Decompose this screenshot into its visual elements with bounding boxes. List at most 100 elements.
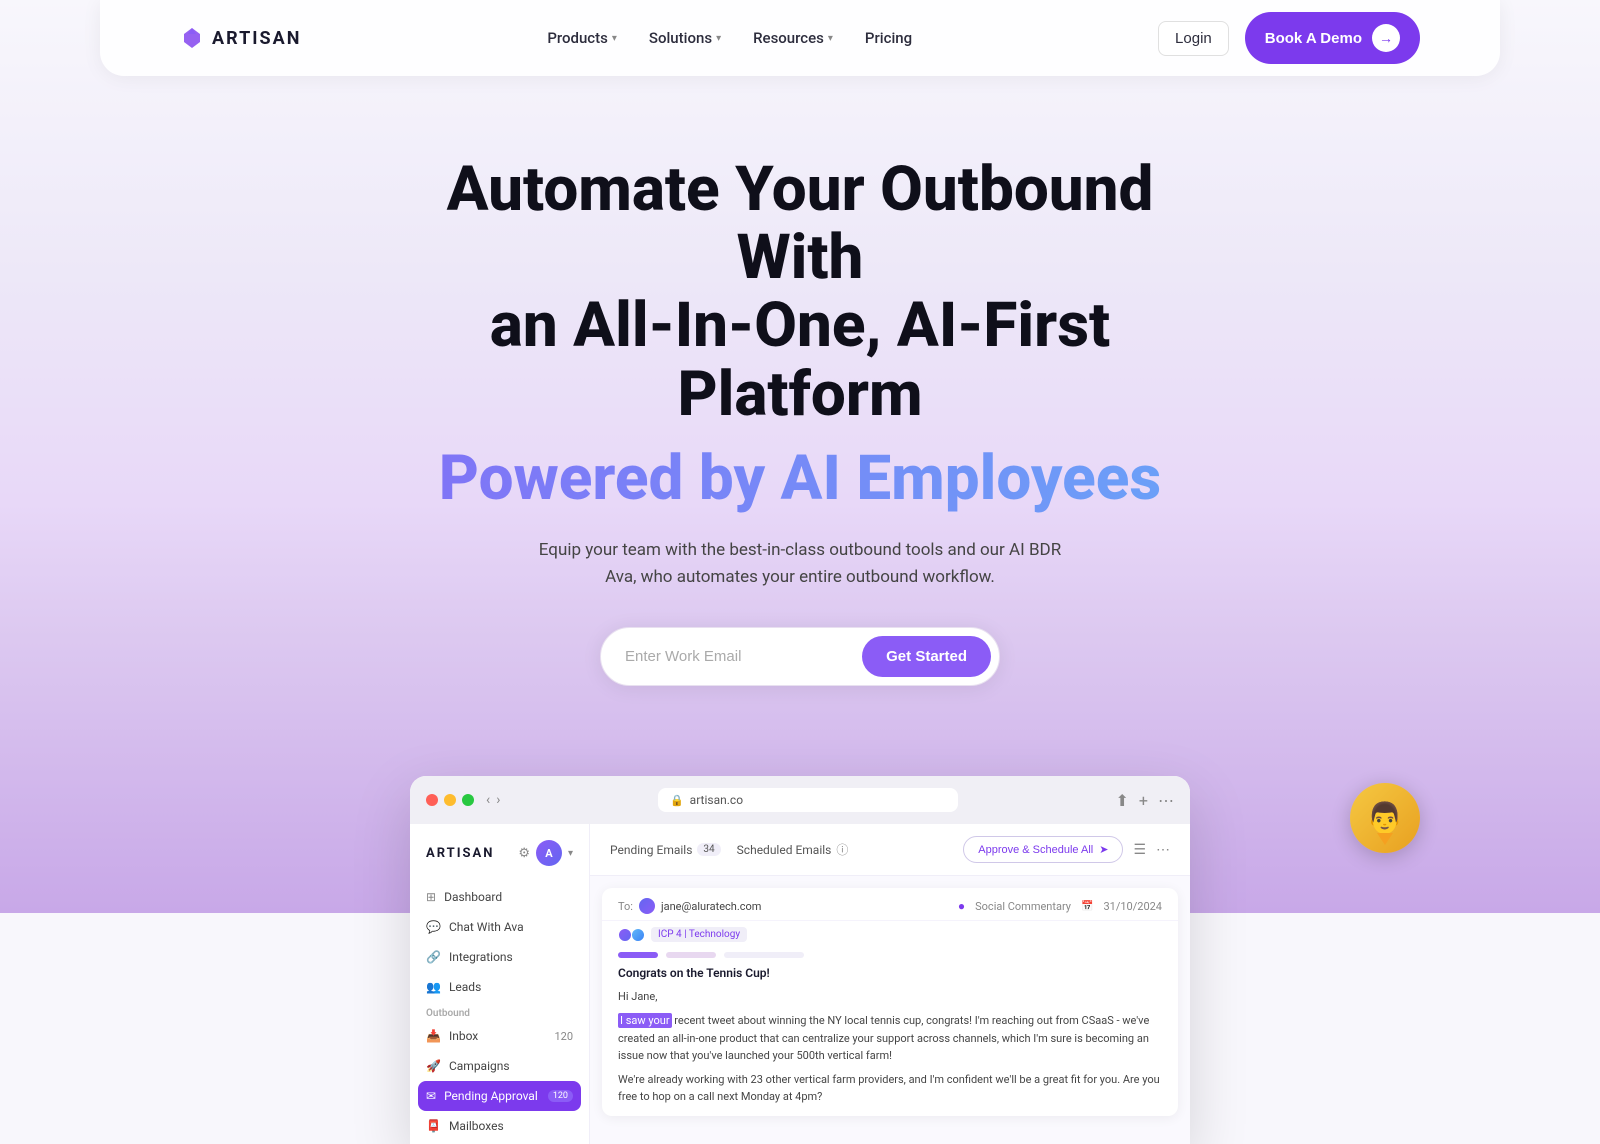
grid-icon: ⊞ [426, 890, 436, 904]
back-icon: ‹ [486, 792, 490, 808]
chevron-down-icon: ▾ [612, 33, 617, 44]
icp-row: ICP 4 | Technology [602, 921, 1178, 944]
chevron-icon: ▾ [568, 848, 573, 859]
email-date: 31/10/2024 [1103, 900, 1162, 913]
sidebar-icons: ⚙ A ▾ [518, 840, 573, 866]
email-meta: ● Social Commentary 📅 31/10/2024 [958, 899, 1162, 913]
nav-actions: Login Book A Demo → [1158, 12, 1420, 64]
chevron-down-icon: ▾ [716, 33, 721, 44]
rocket-icon: 🚀 [426, 1059, 441, 1073]
calendar-icon: 📅 [1081, 901, 1093, 912]
email-form: Get Started [600, 627, 1000, 686]
browser-dots [426, 794, 474, 806]
approve-schedule-button[interactable]: Approve & Schedule All ➤ [963, 836, 1123, 863]
email-body: Hi Jane, I saw your recent tweet about w… [602, 984, 1178, 1116]
chat-indicator [1377, 833, 1393, 845]
nav-pricing[interactable]: Pricing [865, 29, 912, 47]
chat-avatar[interactable]: 👨 [1350, 783, 1420, 853]
hero-section: Automate Your Outbound With an All-In-On… [0, 76, 1600, 726]
logo: ARTISAN [180, 26, 301, 50]
maximize-dot [462, 794, 474, 806]
highlighted-text: I saw your [618, 1013, 672, 1028]
envelope-icon: ✉ [426, 1089, 436, 1103]
sidebar-item-integrations[interactable]: 🔗 Integrations [410, 942, 589, 972]
browser-window: ‹ › 🔒 artisan.co ⬆ + ⋯ [410, 776, 1190, 1144]
sidebar-item-dashboard[interactable]: ⊞ Dashboard [410, 882, 589, 912]
subject-bar [602, 944, 1178, 962]
forward-icon: › [496, 792, 500, 808]
inbox-icon: 📥 [426, 1029, 441, 1043]
sidebar-item-campaigns[interactable]: 🚀 Campaigns [410, 1051, 589, 1081]
bar-decoration [724, 952, 804, 958]
top-bar-actions: Approve & Schedule All ➤ ☰ ⋯ [963, 836, 1170, 863]
email-subject: Congrats on the Tennis Cup! [602, 962, 1178, 984]
info-icon: ⓘ [836, 841, 848, 858]
recipient-avatar [639, 898, 655, 914]
email-input[interactable] [625, 648, 862, 665]
sidebar-item-inbox[interactable]: 📥 Inbox 120 [410, 1021, 589, 1051]
chat-icon: 💬 [426, 920, 441, 934]
filter-icon[interactable]: ☰ [1133, 842, 1146, 858]
hero-subtitle: Powered by AI Employees [20, 445, 1580, 513]
tag-icon: ● [958, 899, 965, 913]
icp-avatars [618, 928, 645, 942]
add-tab-icon: + [1139, 791, 1148, 810]
sidebar-item-chat[interactable]: 💬 Chat With Ava [410, 912, 589, 942]
avatar[interactable]: A [536, 840, 562, 866]
users-icon: 👥 [426, 980, 441, 994]
recipient-email: jane@aluratech.com [661, 900, 761, 913]
mailbox-icon: 📮 [426, 1119, 441, 1133]
email-greeting: Hi Jane, [618, 988, 1162, 1006]
bar-decoration [618, 952, 658, 958]
book-demo-button[interactable]: Book A Demo → [1245, 12, 1420, 64]
hero-title: Automate Your Outbound With an All-In-On… [410, 156, 1190, 429]
tab-pending-emails[interactable]: Pending Emails 34 [610, 843, 721, 857]
bar-decoration [666, 952, 716, 958]
browser-action-buttons: ⬆ + ⋯ [1116, 791, 1174, 810]
gear-icon[interactable]: ⚙ [518, 846, 530, 861]
address-bar[interactable]: 🔒 artisan.co [658, 788, 958, 812]
navbar: ARTISAN Products ▾ Solutions ▾ Resources… [100, 0, 1500, 76]
app-main: Pending Emails 34 Scheduled Emails ⓘ App… [590, 824, 1190, 1144]
to-label: To: [618, 900, 633, 913]
login-button[interactable]: Login [1158, 21, 1229, 56]
sidebar-item-leads[interactable]: 👥 Leads [410, 972, 589, 1002]
email-card: To: jane@aluratech.com ● Social Commenta… [602, 888, 1178, 1116]
tab-scheduled-emails[interactable]: Scheduled Emails ⓘ [737, 841, 849, 858]
nav-solutions[interactable]: Solutions ▾ [649, 29, 721, 47]
close-dot [426, 794, 438, 806]
app-logo: ARTISAN [426, 846, 494, 861]
sidebar-section-outbound: Outbound [410, 1002, 589, 1021]
chevron-down-icon: ▾ [828, 33, 833, 44]
more-options-icon[interactable]: ⋯ [1156, 842, 1170, 858]
icp-tag: ICP 4 | Technology [651, 927, 747, 942]
app-screenshot: ‹ › 🔒 artisan.co ⬆ + ⋯ [390, 776, 1210, 1144]
nav-products[interactable]: Products ▾ [547, 29, 617, 47]
nav-links: Products ▾ Solutions ▾ Resources ▾ Prici… [547, 29, 912, 47]
email-tag: Social Commentary [975, 900, 1071, 913]
app-content: ARTISAN ⚙ A ▾ ⊞ Dashboard 💬 Chat With [410, 824, 1190, 1144]
app-sidebar: ARTISAN ⚙ A ▾ ⊞ Dashboard 💬 Chat With [410, 824, 590, 1144]
more-icon: ⋯ [1158, 791, 1174, 810]
browser-nav-buttons: ‹ › [486, 792, 500, 808]
app-top-bar: Pending Emails 34 Scheduled Emails ⓘ App… [590, 824, 1190, 876]
sidebar-item-mailboxes[interactable]: 📮 Mailboxes [410, 1111, 589, 1141]
email-to-row: To: jane@aluratech.com [618, 898, 761, 914]
email-card-header: To: jane@aluratech.com ● Social Commenta… [602, 888, 1178, 921]
email-body-text: I saw your recent tweet about winning th… [618, 1012, 1162, 1065]
send-icon: ➤ [1099, 843, 1108, 856]
app-logo-row: ARTISAN ⚙ A ▾ [410, 840, 589, 882]
minimize-dot [444, 794, 456, 806]
nav-resources[interactable]: Resources ▾ [753, 29, 833, 47]
arrow-right-icon: → [1372, 24, 1400, 52]
lock-icon: 🔒 [670, 794, 684, 807]
email-body-line2: We're already working with 23 other vert… [618, 1071, 1162, 1106]
hero-description: Equip your team with the best-in-class o… [530, 537, 1070, 591]
link-icon: 🔗 [426, 950, 441, 964]
sidebar-item-pending-approval[interactable]: ✉ Pending Approval 120 [418, 1081, 581, 1111]
share-icon: ⬆ [1116, 791, 1129, 810]
browser-bar: ‹ › 🔒 artisan.co ⬆ + ⋯ [410, 776, 1190, 824]
get-started-button[interactable]: Get Started [862, 636, 991, 677]
logo-icon [180, 26, 204, 50]
logo-text: ARTISAN [212, 28, 301, 49]
